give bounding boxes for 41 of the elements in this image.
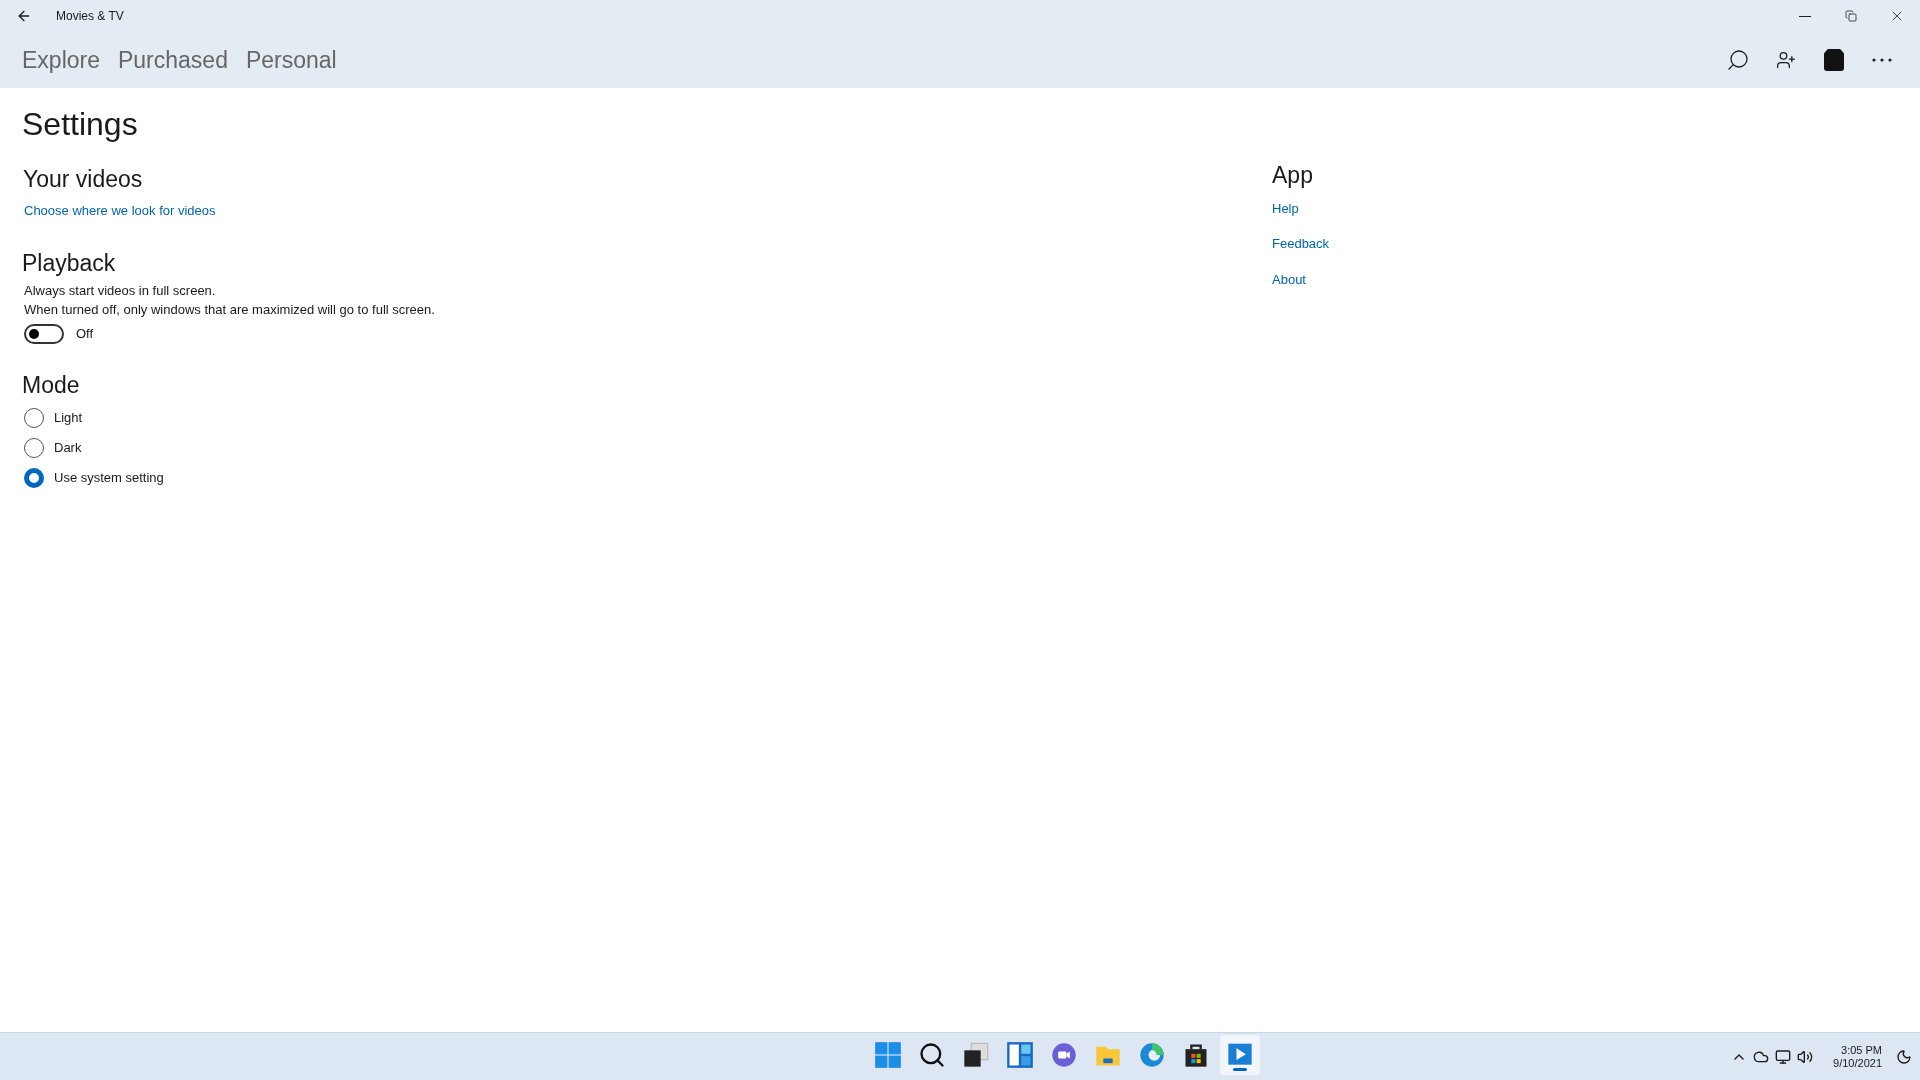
radio-button[interactable] bbox=[24, 438, 44, 458]
window-title: Movies & TV bbox=[56, 8, 124, 24]
restore-icon bbox=[1845, 10, 1857, 22]
wave-circle-icon bbox=[1138, 1041, 1166, 1069]
radio-button[interactable] bbox=[24, 468, 44, 488]
windows-logo-icon bbox=[874, 1041, 902, 1069]
section-heading: Playback bbox=[22, 249, 116, 278]
monitor-icon[interactable] bbox=[1775, 1048, 1792, 1065]
back-arrow-icon bbox=[16, 8, 32, 24]
search-icon bbox=[918, 1041, 946, 1069]
add-user-icon bbox=[1776, 50, 1796, 70]
moon-icon[interactable] bbox=[1896, 1048, 1912, 1065]
toggle-label: Off bbox=[76, 324, 94, 343]
toggle-switch[interactable] bbox=[24, 323, 64, 344]
clock-date: 9/10/2021 bbox=[1833, 1056, 1882, 1070]
section-heading: Mode bbox=[22, 370, 80, 400]
app-link[interactable]: Feedback bbox=[1272, 234, 1330, 254]
app-link[interactable]: Help bbox=[1272, 198, 1299, 218]
panels-icon bbox=[1006, 1041, 1034, 1069]
more-icon bbox=[1872, 58, 1892, 62]
section-heading: Your videos bbox=[23, 165, 143, 194]
search-icon bbox=[1726, 48, 1750, 72]
speaker-icon[interactable] bbox=[1797, 1048, 1814, 1065]
page-title: Settings bbox=[22, 105, 138, 144]
chat-camera-icon bbox=[1050, 1041, 1078, 1069]
nav-tab[interactable]: Purchased bbox=[118, 42, 228, 78]
radio-label: Dark bbox=[54, 439, 82, 458]
section-heading: App bbox=[1272, 161, 1313, 190]
radio-label: Light bbox=[54, 409, 83, 428]
setting-note: When turned off, only windows that are maximized will go to full screen. bbox=[24, 301, 435, 319]
minimize-icon bbox=[1799, 15, 1811, 17]
nav-tab[interactable]: Personal bbox=[245, 42, 337, 78]
radio-label: Use system setting bbox=[54, 469, 164, 488]
shopping-bag-icon bbox=[1822, 48, 1846, 72]
radio-button[interactable] bbox=[24, 408, 44, 428]
clock-time: 3:05 PM bbox=[1841, 1043, 1882, 1057]
setting-description: Always start videos in full screen. bbox=[24, 281, 216, 300]
stacked-squares-icon bbox=[962, 1041, 990, 1069]
app-link[interactable]: About bbox=[1272, 269, 1306, 289]
choose-folders-link[interactable]: Choose where we look for videos bbox=[24, 200, 216, 220]
nav-tab[interactable]: Explore bbox=[22, 42, 100, 78]
